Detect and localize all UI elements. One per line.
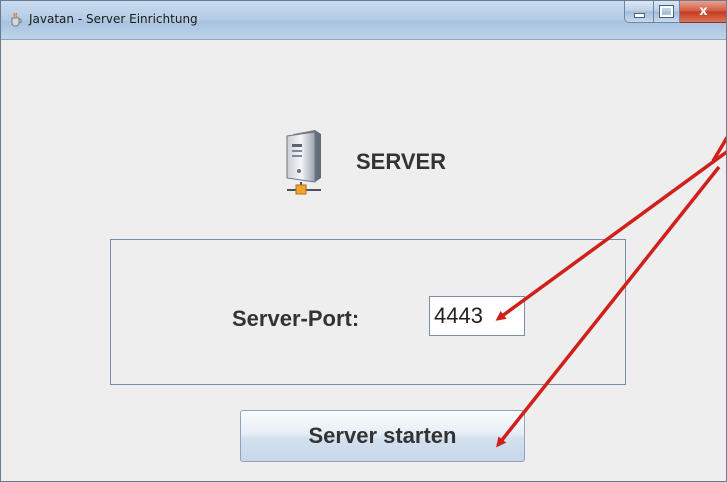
maximize-icon <box>659 5 674 18</box>
port-label: Server-Port: <box>232 306 360 331</box>
port-input[interactable] <box>429 296 525 336</box>
java-cup-icon <box>11 12 22 27</box>
page-title: SERVER <box>356 149 447 174</box>
maximize-button[interactable] <box>654 1 680 23</box>
close-button[interactable]: x <box>680 1 726 23</box>
minimize-button[interactable] <box>624 1 654 23</box>
close-icon: x <box>699 4 708 19</box>
server-icon <box>286 130 321 195</box>
window-title: Javatan - Server Einrichtung <box>29 12 198 26</box>
port-panel <box>110 239 626 385</box>
minimize-icon <box>633 13 645 18</box>
title-bar[interactable]: Javatan - Server Einrichtung x <box>1 1 726 40</box>
window-controls: x <box>624 1 726 25</box>
annotation-arrow-stub <box>711 135 726 162</box>
app-window: Javatan - Server Einrichtung x SERVER Se… <box>0 0 727 482</box>
start-server-button[interactable]: Server starten <box>240 410 525 462</box>
